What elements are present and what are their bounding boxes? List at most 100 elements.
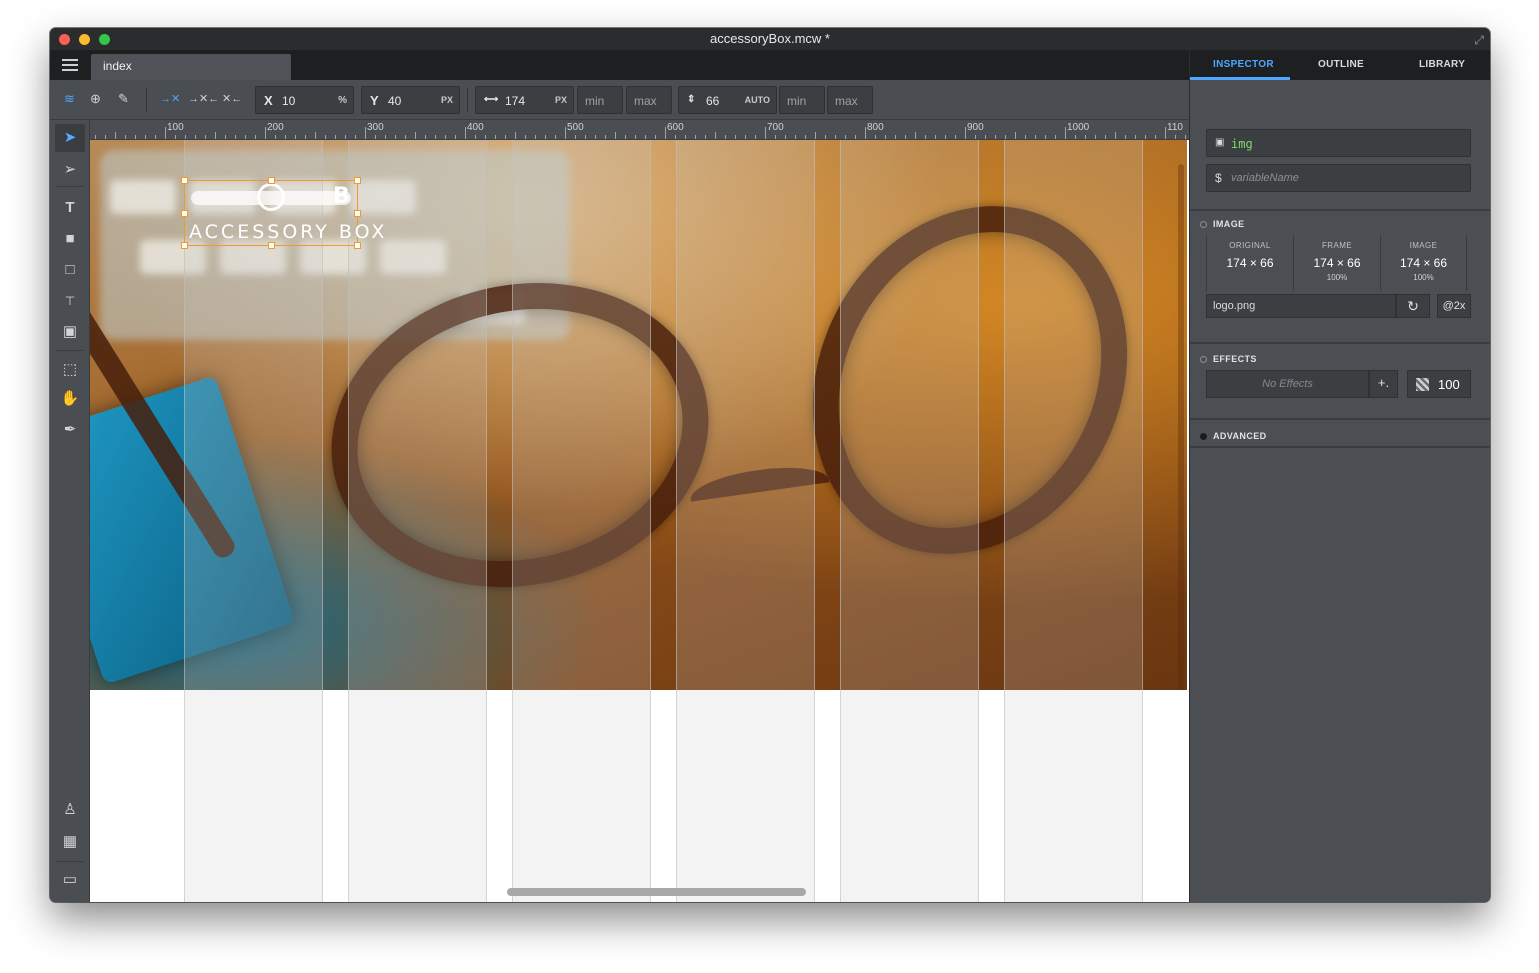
image-tool-icon[interactable]: ▣ (55, 318, 85, 346)
ruler-tick (165, 127, 166, 139)
ruler-tick (155, 135, 156, 139)
width-unit[interactable]: PX (555, 95, 567, 105)
advanced-section-header[interactable]: ADVANCED (1200, 431, 1267, 441)
eyedropper-tool-icon[interactable]: ✒ (55, 416, 85, 444)
min-height-field[interactable]: min (779, 86, 825, 114)
height-unit[interactable]: AUTO (745, 95, 770, 105)
original-value: 174 × 66 (1226, 256, 1274, 270)
variable-name-field[interactable]: $ variableName (1206, 164, 1471, 192)
ruler-tick (1155, 135, 1156, 139)
resize-handle-sw[interactable] (181, 242, 188, 249)
checkerboard-icon[interactable]: ▦ (55, 828, 85, 856)
fullscreen-icon[interactable]: ⤢ (1474, 33, 1484, 48)
ruler-label: 800 (867, 122, 884, 133)
height-field[interactable]: ⇕ 66 AUTO (678, 86, 777, 114)
pin-icon[interactable]: ✎ (118, 90, 129, 108)
ruler-tick (835, 135, 836, 139)
ruler-tick (555, 135, 556, 139)
retina-button[interactable]: @2x (1437, 294, 1471, 318)
ruler-tick (1065, 127, 1066, 139)
tab-index[interactable]: index (91, 54, 291, 80)
layout-toolbar: ≋ ⊕ ✎ →✕ →✕← ✕← X 10 % Y 40 PX ⟷ 174 PX … (50, 80, 1189, 120)
ruler-label: 110 (1167, 122, 1183, 133)
rectangle-tool-icon[interactable]: ■ (55, 225, 85, 253)
active-tab-indicator (1190, 77, 1290, 80)
text-field-tool-icon[interactable]: ⊤ (55, 287, 85, 315)
vertical-scrollbar[interactable] (1178, 164, 1184, 690)
effects-section-header[interactable]: EFFECTS (1200, 354, 1257, 364)
width-value: 174 (505, 94, 526, 108)
ruler-tick (265, 127, 266, 139)
ruler-tick (135, 135, 136, 139)
text-tool-icon[interactable]: T (55, 194, 85, 222)
ruler-tick (95, 135, 96, 139)
ruler-tick (205, 135, 206, 139)
align-left-icon[interactable]: →✕ (160, 90, 180, 108)
logo-text: ACCESSORY BOX (189, 221, 388, 243)
tab-inspector[interactable]: INSPECTOR (1213, 59, 1274, 70)
height-icon: ⇕ (687, 94, 696, 105)
resize-handle-s[interactable] (268, 242, 275, 249)
align-center-icon[interactable]: →✕← (188, 90, 219, 108)
max-height-field[interactable]: max (827, 86, 873, 114)
crosshair-icon[interactable]: ⊕ (90, 90, 101, 108)
menu-icon[interactable] (62, 59, 78, 71)
direct-select-tool-icon[interactable]: ➢ (55, 156, 85, 184)
select-tool-icon[interactable]: ➤ (55, 124, 85, 152)
element-type-field[interactable]: ▣ img (1206, 129, 1471, 157)
ruler-tick (445, 135, 446, 139)
min-width-field[interactable]: min (577, 86, 623, 114)
clock-icon (257, 183, 285, 211)
design-canvas[interactable]: 100 200 300 400 500 600 700 800 900 1000 110 (90, 120, 1189, 902)
x-position-field[interactable]: X 10 % (255, 86, 354, 114)
tab-outline[interactable]: OUTLINE (1318, 59, 1364, 70)
ruler-tick (515, 132, 516, 139)
ruler-tick (675, 135, 676, 139)
advanced-section-label: ADVANCED (1213, 431, 1267, 441)
ruler-tick (825, 135, 826, 139)
comment-icon[interactable]: ▭ (55, 866, 85, 894)
tab-library[interactable]: LIBRARY (1419, 59, 1465, 70)
box-tool-icon[interactable]: □ (55, 256, 85, 284)
ruler-tick (735, 135, 736, 139)
logo-image-selection[interactable]: B ACCESSORY BOX (181, 177, 384, 249)
add-effect-button[interactable]: +. (1369, 370, 1398, 398)
effects-field[interactable]: No Effects (1206, 370, 1369, 398)
resize-handle-e[interactable] (354, 210, 361, 217)
inspector-tab-bar: INSPECTOR OUTLINE LIBRARY (1190, 50, 1490, 80)
image-file-field[interactable]: logo.png (1206, 294, 1396, 318)
checkerboard-opacity-icon (1416, 378, 1429, 391)
resize-handle-ne[interactable] (354, 177, 361, 184)
refresh-icon[interactable]: ↻ (1396, 294, 1430, 318)
resize-handle-se[interactable] (354, 242, 361, 249)
x-unit[interactable]: % (338, 95, 347, 106)
ruler-tick (1075, 135, 1076, 139)
ruler-tick (655, 135, 656, 139)
align-right-icon[interactable]: ✕← (222, 90, 242, 108)
app-window: accessoryBox.mcw * ⤢ index ≋ ⊕ ✎ →✕ →✕← … (50, 28, 1490, 902)
resize-handle-n[interactable] (268, 177, 275, 184)
y-unit[interactable]: PX (441, 95, 453, 105)
opacity-field[interactable]: 100 (1407, 370, 1471, 398)
ruler-tick (225, 135, 226, 139)
ruler-tick (585, 135, 586, 139)
ruler-tick (1055, 135, 1056, 139)
max-width-field[interactable]: max (626, 86, 672, 114)
width-icon: ⟷ (484, 94, 499, 105)
ruler-tick (905, 135, 906, 139)
layers-icon[interactable]: ≋ (64, 90, 75, 108)
frame-size-box: FRAME 174 × 66 100% (1293, 235, 1380, 291)
resize-handle-nw[interactable] (181, 177, 188, 184)
ruler-tick (685, 135, 686, 139)
hand-tool-icon[interactable]: ✋ (55, 385, 85, 413)
frame-select-tool-icon[interactable]: ⬚ (55, 356, 85, 384)
frame-percent: 100% (1326, 273, 1348, 282)
resize-handle-w[interactable] (181, 210, 188, 217)
width-field[interactable]: ⟷ 174 PX (475, 86, 574, 114)
stamp-icon[interactable]: ♙ (55, 796, 85, 824)
horizontal-scrollbar[interactable] (507, 888, 806, 896)
title-bar: accessoryBox.mcw * ⤢ (50, 28, 1490, 50)
y-position-field[interactable]: Y 40 PX (361, 86, 460, 114)
image-section-header[interactable]: IMAGE (1200, 219, 1245, 229)
ruler-tick (425, 135, 426, 139)
